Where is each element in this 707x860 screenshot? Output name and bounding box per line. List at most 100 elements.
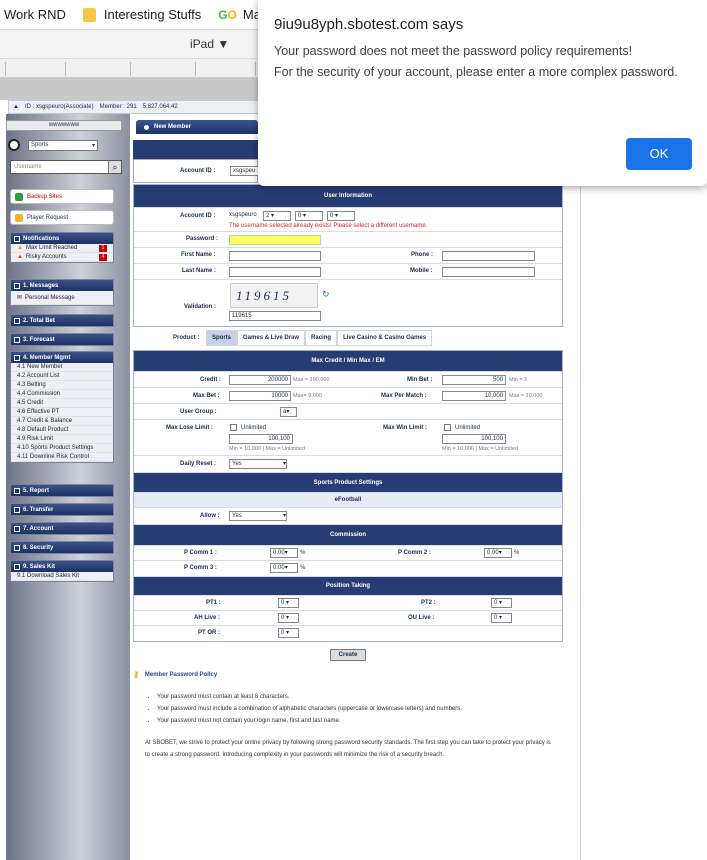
tab-games-live-draw[interactable]: Games & Live Draw (237, 330, 306, 346)
player-request-label: Player Request (27, 214, 69, 221)
bookmark-interesting-stuffs[interactable]: Interesting Stuffs (82, 7, 201, 22)
bookmark-work-rnd[interactable]: Work RND (0, 7, 66, 22)
sidebar-item-member-mgmt[interactable]: 4.7 Credit & Balance (11, 417, 113, 426)
validation-label: Validation : (184, 304, 217, 310)
first-name-input[interactable] (229, 251, 321, 261)
ok-button[interactable]: OK (626, 138, 692, 170)
item-label: 4.2 Account List (17, 373, 60, 379)
captcha-input[interactable]: 119615 (229, 311, 321, 321)
ou-live-select[interactable]: 0 ▾ (491, 613, 512, 623)
sidebar-item-member-mgmt[interactable]: 4.11 Downline Risk Control (11, 453, 113, 462)
pt-or-select[interactable]: 0 ▾ (278, 628, 299, 638)
sidebar-item-member-mgmt[interactable]: 4.9 Risk Limit (11, 435, 113, 444)
ah-live-select[interactable]: 0 ▾ (278, 613, 299, 623)
unlimited-win-checkbox[interactable] (444, 424, 451, 431)
sidebar-group-total-bet[interactable]: 2. Total Bet (10, 314, 114, 327)
group-header[interactable]: 8. Security (11, 542, 113, 553)
user-group-select[interactable]: a▾ (280, 407, 297, 417)
sport-selector: Sports ▾ (8, 138, 124, 152)
select-value: 0 (494, 615, 498, 621)
group-header[interactable]: 9. Sales Kit (11, 561, 113, 572)
group-header[interactable]: 1. Messages (11, 280, 113, 291)
group-header[interactable]: 6. Transfer (11, 504, 113, 515)
sidebar-item-personal-message[interactable]: ✉ Personal Message (11, 291, 113, 305)
group-title: Notifications (23, 235, 60, 242)
sidebar-group-member-mgmt: 4. Member Mgmt 4.1 New Member 4.2 Account… (10, 351, 114, 463)
item-label: 4.10 Sports Product Settings (17, 445, 94, 451)
group-header[interactable]: 4. Member Mgmt (11, 352, 113, 363)
daily-reset-select[interactable]: Yes ▾ (229, 459, 287, 469)
sidebar-group-transfer[interactable]: 6. Transfer (10, 503, 114, 516)
account-digit-2-select[interactable]: 0 ▾ (295, 211, 323, 221)
max-lose-input[interactable]: 100,100 (229, 434, 293, 444)
sidebar-group-account[interactable]: 7. Account (10, 522, 114, 535)
sidebar-group-forecast[interactable]: 3. Forecast (10, 333, 114, 346)
item-label: 4.4 Commission (17, 391, 61, 397)
policy-rule: Your password must include a combination… (157, 703, 553, 715)
policy-rules: Your password must contain at least 8 ch… (157, 691, 553, 727)
credit-input[interactable]: 200000 (229, 375, 291, 385)
tab-sports[interactable]: Sports (206, 330, 238, 346)
pt2-select[interactable]: 0 ▾ (491, 598, 512, 608)
tab-racing[interactable]: Racing (305, 330, 338, 346)
group-header[interactable]: 2. Total Bet (11, 315, 113, 326)
account-id-value[interactable]: xsgspeu (230, 166, 260, 176)
create-button[interactable]: Create (330, 649, 366, 661)
daily-reset-label: Daily Reset : (180, 461, 217, 467)
sidebar-item-max-limit[interactable]: ▲ Max Limit Reached 1 (11, 244, 113, 253)
sidebar-item-member-mgmt[interactable]: 4.2 Account List (11, 372, 113, 381)
sidebar-item-member-mgmt[interactable]: 4.3 Betting (11, 381, 113, 390)
item-label: Risky Accounts (25, 254, 67, 260)
sidebar-item-risky-accounts[interactable]: ▲ Risky Accounts 4 (11, 253, 113, 262)
sidebar-item-member-mgmt[interactable]: 4.4 Commission (11, 390, 113, 399)
item-label: 4.8 Default Product (17, 427, 69, 433)
expand-icon (14, 506, 20, 513)
allow-select[interactable]: Yes ▾ (229, 511, 287, 521)
group-header[interactable]: 7. Account (11, 523, 113, 534)
pcomm3-select[interactable]: 0.00▾ (270, 563, 298, 573)
select-value: 0 (330, 213, 334, 219)
form-header-bar (133, 140, 258, 159)
password-input[interactable] (229, 235, 321, 245)
unlimited-lose-checkbox[interactable] (230, 424, 237, 431)
sidebar-item-member-mgmt[interactable]: 4.8 Default Product (11, 426, 113, 435)
sidebar-group-report[interactable]: 5. Report (10, 484, 114, 497)
sidebar-item-download-sales-kit[interactable]: 9.1 Download Sales Kit (11, 572, 113, 581)
max-bet-input[interactable]: 10000 (229, 391, 291, 401)
group-header[interactable]: Notifications (11, 233, 113, 244)
tab-new-member[interactable]: New Member (136, 120, 258, 134)
username-search[interactable]: Username ⌕ (10, 160, 122, 174)
min-bet-input[interactable]: 500 (442, 375, 506, 385)
max-win-input[interactable]: 100,100 (442, 434, 506, 444)
pcomm1-select[interactable]: 0.00▾ (270, 548, 298, 558)
group-header[interactable]: 5. Report (11, 485, 113, 496)
select-value: 0.00 (273, 550, 285, 556)
pcomm2-select[interactable]: 0.00▾ (484, 548, 512, 558)
refresh-icon[interactable]: ↻ (322, 289, 330, 300)
phone-input[interactable] (442, 251, 535, 261)
sidebar-group-security[interactable]: 8. Security (10, 541, 114, 554)
sidebar-item-member-mgmt[interactable]: 4.1 New Member (11, 363, 113, 372)
sport-select[interactable]: Sports ▾ (28, 139, 98, 151)
backup-sites-button[interactable]: Backup Sites (10, 189, 114, 204)
last-name-input[interactable] (229, 267, 321, 277)
backup-sites-label: Backup Sites (27, 193, 63, 200)
player-request-button[interactable]: Player Request (10, 210, 114, 225)
select-value: 0 (281, 615, 285, 621)
tab-live-casino[interactable]: Live Casino & Casino Games (337, 330, 433, 346)
search-input[interactable]: Username (11, 161, 108, 173)
search-icon[interactable]: ⌕ (108, 161, 121, 173)
max-per-match-input[interactable]: 10,000 (442, 391, 506, 401)
credit-label: Credit : (200, 377, 221, 383)
min-bet-hint: Min = 2 (509, 377, 528, 383)
account-digit-3-select[interactable]: 0 ▾ (327, 211, 355, 221)
account-digit-1-select[interactable]: 2 ▾ (263, 211, 291, 221)
unlimited-label: Unlimited (241, 425, 267, 431)
group-header[interactable]: 3. Forecast (11, 334, 113, 345)
sidebar-item-member-mgmt[interactable]: 4.6 Effective PT (11, 408, 113, 417)
pt1-select[interactable]: 0 ▾ (278, 598, 299, 608)
mobile-input[interactable] (442, 267, 535, 277)
sidebar-item-member-mgmt[interactable]: 4.10 Sports Product Settings (11, 444, 113, 453)
sidebar-item-member-mgmt[interactable]: 4.5 Credit (11, 399, 113, 408)
device-select[interactable]: iPad ▼ (190, 37, 229, 51)
